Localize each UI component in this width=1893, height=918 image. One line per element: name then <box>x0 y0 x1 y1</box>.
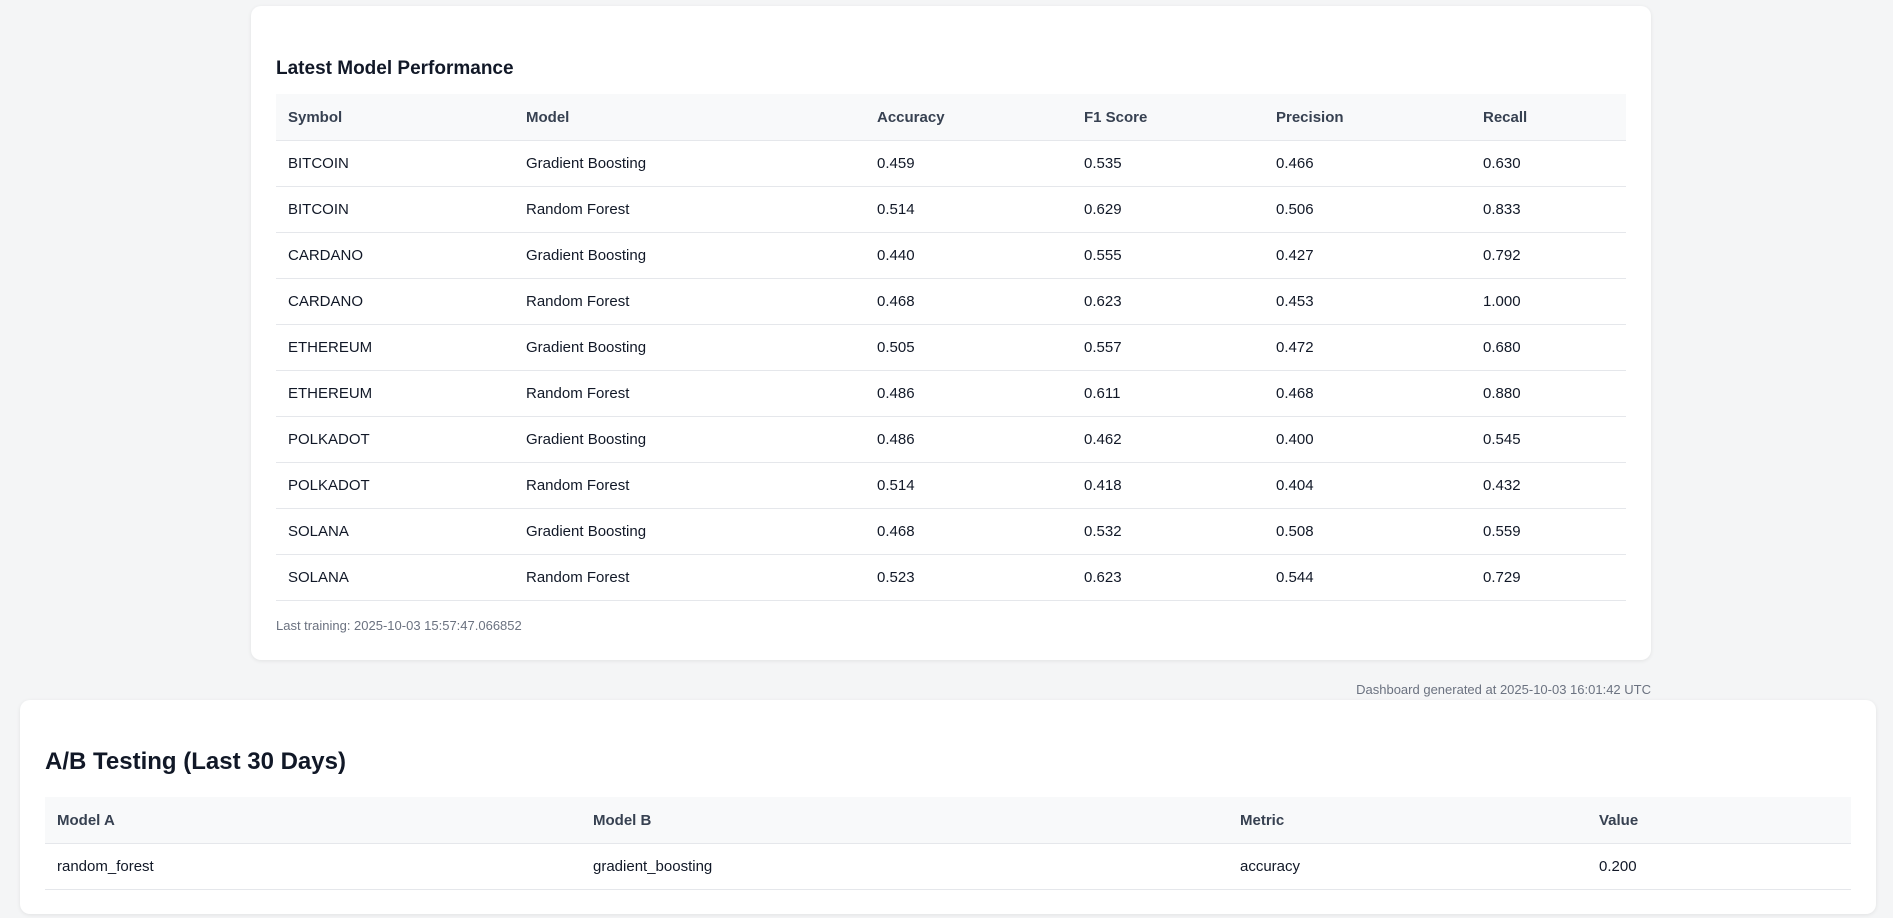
cell-f1-score: 0.629 <box>1072 186 1264 233</box>
column-header-model-a: Model A <box>45 797 581 844</box>
cell-precision: 0.544 <box>1264 554 1471 601</box>
cell-symbol: CARDANO <box>276 232 514 279</box>
table-row: POLKADOT Gradient Boosting 0.486 0.462 0… <box>276 416 1626 463</box>
cell-recall: 0.545 <box>1471 416 1626 463</box>
cell-model: Gradient Boosting <box>514 140 865 187</box>
cell-symbol: BITCOIN <box>276 140 514 187</box>
cell-precision: 0.468 <box>1264 370 1471 417</box>
cell-recall: 0.729 <box>1471 554 1626 601</box>
cell-recall: 1.000 <box>1471 278 1626 325</box>
table-header-row: Symbol Model Accuracy F1 Score Precision… <box>276 94 1626 141</box>
cell-precision: 0.506 <box>1264 186 1471 233</box>
table-row: ETHEREUM Random Forest 0.486 0.611 0.468… <box>276 370 1626 417</box>
cell-recall: 0.880 <box>1471 370 1626 417</box>
column-header-precision: Precision <box>1264 94 1471 141</box>
table-row: SOLANA Gradient Boosting 0.468 0.532 0.5… <box>276 508 1626 555</box>
column-header-value: Value <box>1587 797 1851 844</box>
cell-model: Random Forest <box>514 370 865 417</box>
cell-symbol: BITCOIN <box>276 186 514 233</box>
cell-precision: 0.466 <box>1264 140 1471 187</box>
cell-precision: 0.508 <box>1264 508 1471 555</box>
cell-accuracy: 0.468 <box>865 508 1072 555</box>
cell-model: Random Forest <box>514 554 865 601</box>
cell-f1-score: 0.532 <box>1072 508 1264 555</box>
table-row: SOLANA Random Forest 0.523 0.623 0.544 0… <box>276 554 1626 601</box>
cell-model: Random Forest <box>514 462 865 509</box>
model-performance-card: Latest Model Performance Symbol Model Ac… <box>251 6 1651 660</box>
cell-precision: 0.472 <box>1264 324 1471 371</box>
cell-f1-score: 0.418 <box>1072 462 1264 509</box>
table-row: BITCOIN Random Forest 0.514 0.629 0.506 … <box>276 186 1626 233</box>
cell-model: Random Forest <box>514 278 865 325</box>
cell-value: 0.200 <box>1587 843 1851 890</box>
cell-precision: 0.453 <box>1264 278 1471 325</box>
cell-f1-score: 0.557 <box>1072 324 1264 371</box>
cell-accuracy: 0.459 <box>865 140 1072 187</box>
cell-f1-score: 0.462 <box>1072 416 1264 463</box>
cell-model: Gradient Boosting <box>514 508 865 555</box>
column-header-symbol: Symbol <box>276 94 514 141</box>
cell-accuracy: 0.523 <box>865 554 1072 601</box>
column-header-metric: Metric <box>1228 797 1587 844</box>
cell-metric: accuracy <box>1228 843 1587 890</box>
cell-model: Random Forest <box>514 186 865 233</box>
cell-model: Gradient Boosting <box>514 232 865 279</box>
cell-symbol: POLKADOT <box>276 462 514 509</box>
table-row: CARDANO Random Forest 0.468 0.623 0.453 … <box>276 278 1626 325</box>
cell-symbol: CARDANO <box>276 278 514 325</box>
last-training-note: Last training: 2025-10-03 15:57:47.06685… <box>276 618 522 633</box>
table-header-row: Model A Model B Metric Value <box>45 797 1851 844</box>
cell-recall: 0.833 <box>1471 186 1626 233</box>
cell-accuracy: 0.486 <box>865 370 1072 417</box>
column-header-recall: Recall <box>1471 94 1626 141</box>
ab-testing-table: Model A Model B Metric Value random_fore… <box>45 797 1851 890</box>
column-header-f1-score: F1 Score <box>1072 94 1264 141</box>
cell-f1-score: 0.623 <box>1072 278 1264 325</box>
column-header-model: Model <box>514 94 865 141</box>
cell-symbol: SOLANA <box>276 554 514 601</box>
cell-recall: 0.630 <box>1471 140 1626 187</box>
cell-f1-score: 0.611 <box>1072 370 1264 417</box>
cell-symbol: SOLANA <box>276 508 514 555</box>
cell-model-a: random_forest <box>45 843 581 890</box>
cell-accuracy: 0.514 <box>865 462 1072 509</box>
cell-f1-score: 0.535 <box>1072 140 1264 187</box>
cell-accuracy: 0.514 <box>865 186 1072 233</box>
performance-title: Latest Model Performance <box>276 58 514 79</box>
cell-f1-score: 0.623 <box>1072 554 1264 601</box>
cell-accuracy: 0.440 <box>865 232 1072 279</box>
table-row: random_forest gradient_boosting accuracy… <box>45 843 1851 890</box>
dashboard-generated-timestamp: Dashboard generated at 2025-10-03 16:01:… <box>1356 682 1651 697</box>
cell-recall: 0.432 <box>1471 462 1626 509</box>
ab-testing-card: A/B Testing (Last 30 Days) Model A Model… <box>20 700 1876 914</box>
cell-precision: 0.404 <box>1264 462 1471 509</box>
cell-precision: 0.400 <box>1264 416 1471 463</box>
cell-accuracy: 0.486 <box>865 416 1072 463</box>
table-row: POLKADOT Random Forest 0.514 0.418 0.404… <box>276 462 1626 509</box>
cell-f1-score: 0.555 <box>1072 232 1264 279</box>
table-row: ETHEREUM Gradient Boosting 0.505 0.557 0… <box>276 324 1626 371</box>
cell-symbol: ETHEREUM <box>276 324 514 371</box>
column-header-model-b: Model B <box>581 797 1228 844</box>
cell-model: Gradient Boosting <box>514 416 865 463</box>
cell-model: Gradient Boosting <box>514 324 865 371</box>
cell-recall: 0.559 <box>1471 508 1626 555</box>
cell-symbol: POLKADOT <box>276 416 514 463</box>
cell-precision: 0.427 <box>1264 232 1471 279</box>
cell-recall: 0.792 <box>1471 232 1626 279</box>
ab-testing-title: A/B Testing (Last 30 Days) <box>45 748 346 775</box>
performance-table: Symbol Model Accuracy F1 Score Precision… <box>276 94 1626 601</box>
cell-recall: 0.680 <box>1471 324 1626 371</box>
cell-accuracy: 0.468 <box>865 278 1072 325</box>
cell-symbol: ETHEREUM <box>276 370 514 417</box>
column-header-accuracy: Accuracy <box>865 94 1072 141</box>
cell-accuracy: 0.505 <box>865 324 1072 371</box>
table-row: CARDANO Gradient Boosting 0.440 0.555 0.… <box>276 232 1626 279</box>
cell-model-b: gradient_boosting <box>581 843 1228 890</box>
table-row: BITCOIN Gradient Boosting 0.459 0.535 0.… <box>276 140 1626 187</box>
